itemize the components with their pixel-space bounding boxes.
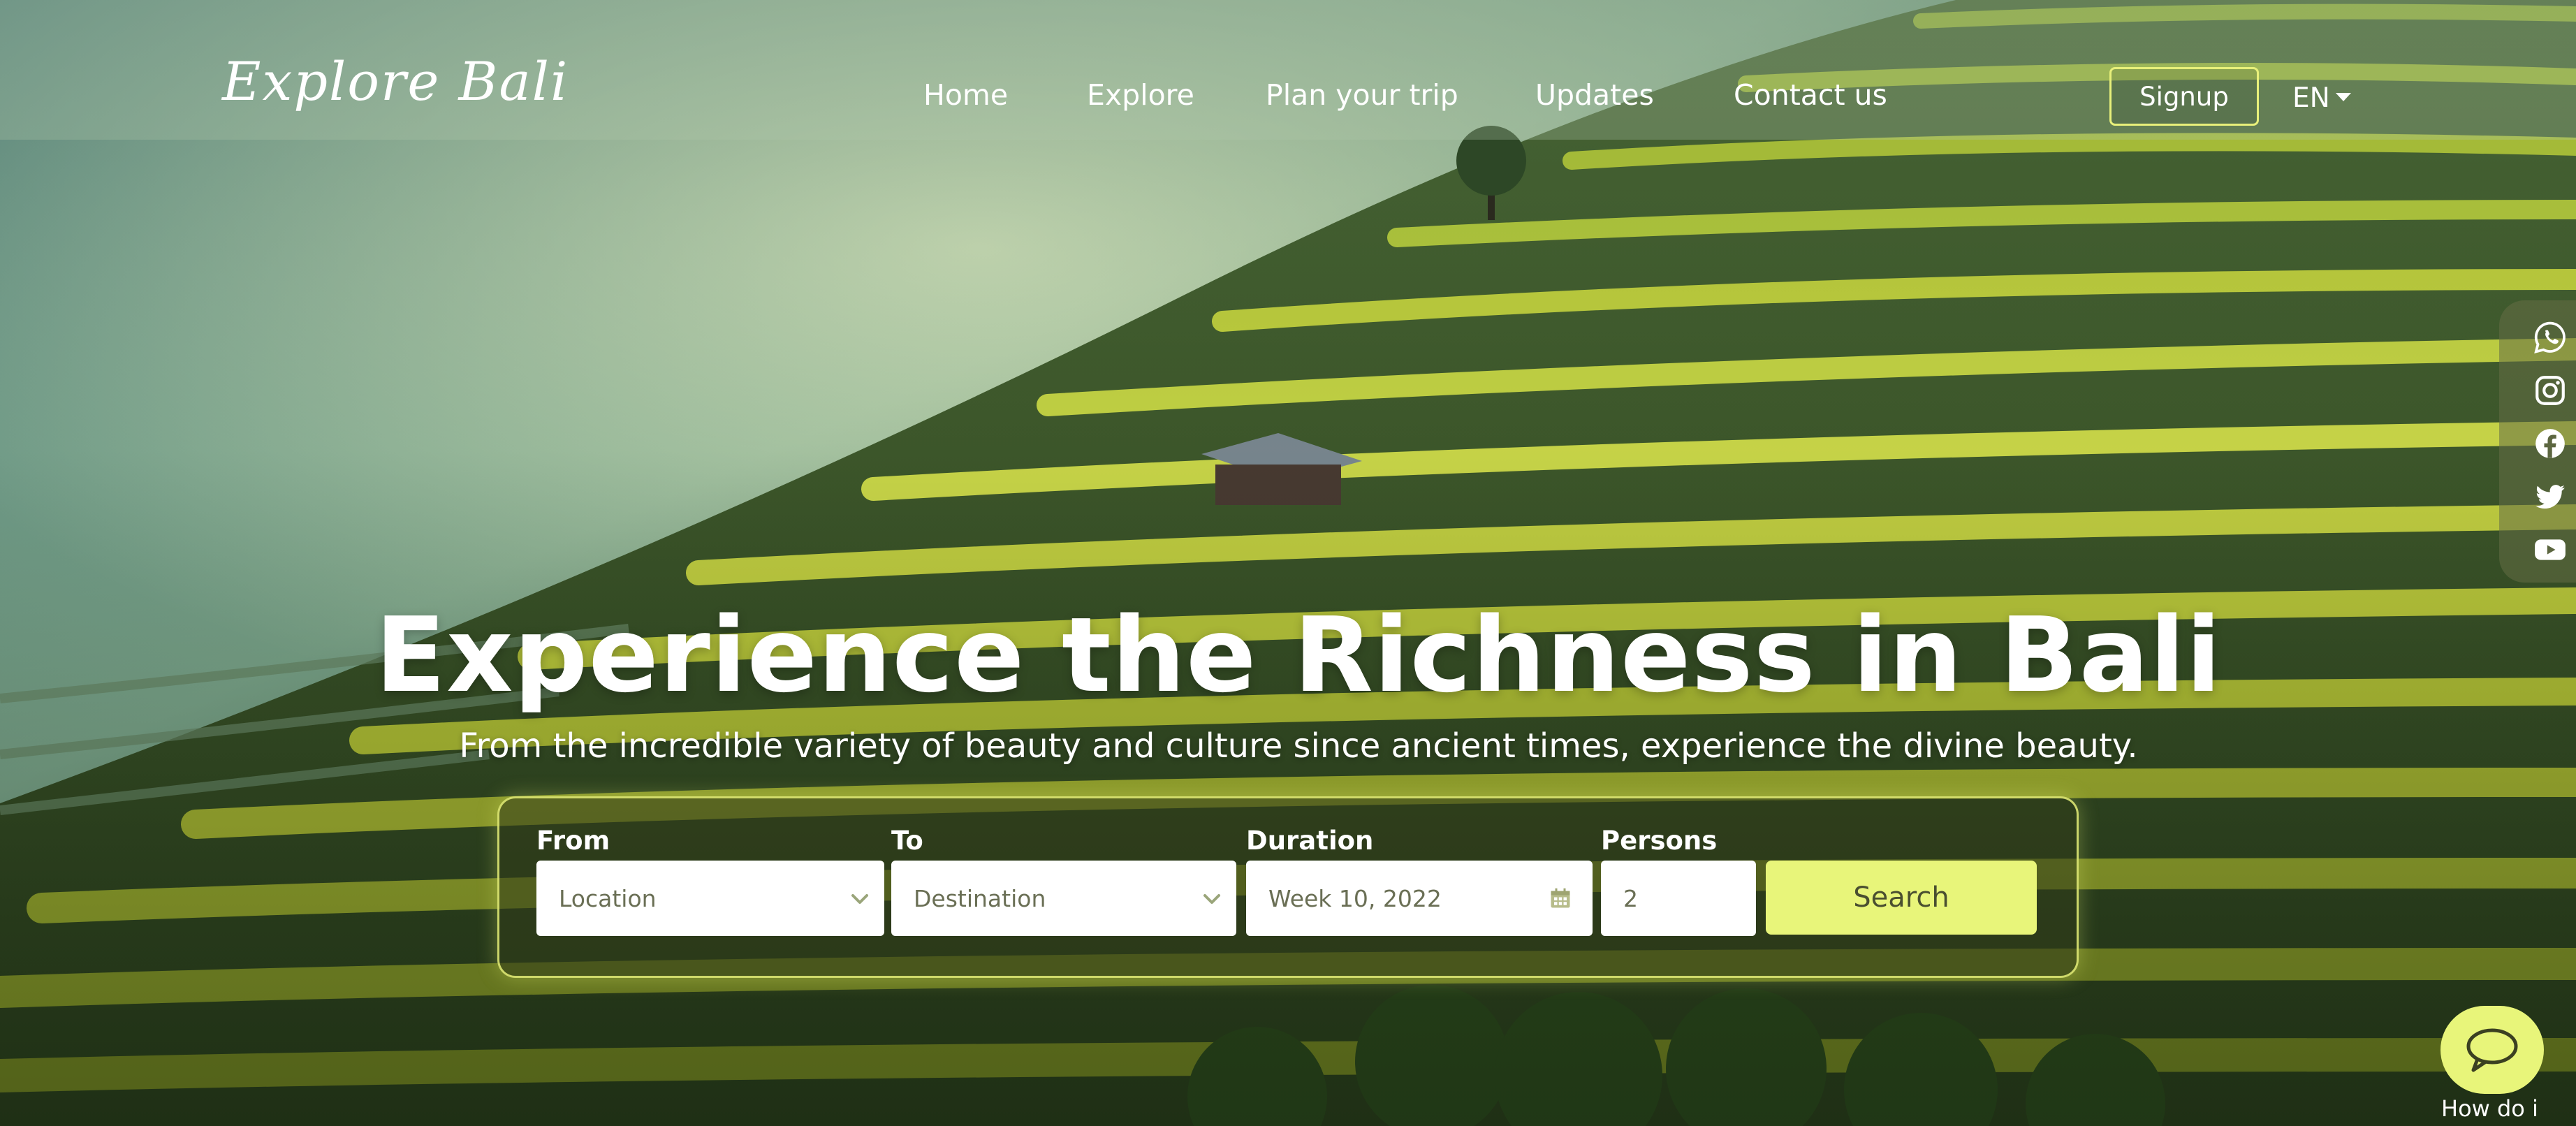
youtube-icon[interactable] — [2533, 532, 2568, 567]
duration-value: Week 10, 2022 — [1268, 884, 1442, 912]
chat-widget-button[interactable] — [2440, 1006, 2544, 1094]
search-button[interactable]: Search — [1766, 861, 2037, 935]
chevron-down-icon — [851, 894, 868, 904]
caret-down-icon — [2335, 92, 2351, 101]
persons-input[interactable]: 2 — [1601, 861, 1756, 936]
from-location-select[interactable]: Location — [536, 861, 884, 936]
signup-button[interactable]: Signup — [2109, 67, 2259, 126]
nav-link-contact-us[interactable]: Contact us — [1734, 78, 1887, 112]
to-destination-value: Destination — [914, 884, 1046, 912]
calendar-icon[interactable] — [1548, 886, 1573, 911]
chat-widget-label: How do i — [2441, 1095, 2538, 1122]
chevron-down-icon — [1203, 894, 1220, 904]
from-location-value: Location — [559, 884, 657, 912]
nav-link-explore[interactable]: Explore — [1087, 78, 1194, 112]
language-selector[interactable]: EN — [2292, 82, 2351, 114]
language-label: EN — [2292, 82, 2330, 114]
social-links-rail — [2499, 300, 2576, 583]
whatsapp-icon[interactable] — [2533, 320, 2568, 355]
site-logo[interactable]: Explore Bali — [222, 50, 569, 112]
persons-value: 2 — [1623, 884, 1638, 912]
from-label: From — [536, 826, 610, 856]
nav-link-home[interactable]: Home — [923, 78, 1008, 112]
nav-link-updates[interactable]: Updates — [1535, 78, 1654, 112]
chat-bubble-icon — [2466, 1028, 2518, 1072]
twitter-icon[interactable] — [2533, 479, 2568, 514]
duration-label: Duration — [1246, 826, 1374, 856]
instagram-icon[interactable] — [2533, 373, 2568, 408]
to-destination-select[interactable]: Destination — [891, 861, 1236, 936]
to-label: To — [891, 826, 923, 856]
nav-link-plan-your-trip[interactable]: Plan your trip — [1266, 78, 1458, 112]
duration-week-picker[interactable]: Week 10, 2022 — [1246, 861, 1593, 936]
hero-title: Experience the Richness in Bali — [375, 595, 2222, 715]
facebook-icon[interactable] — [2533, 426, 2568, 461]
persons-label: Persons — [1601, 826, 1718, 856]
top-navbar: Explore Bali Home Explore Plan your trip… — [0, 0, 2576, 140]
hero-subtitle: From the incredible variety of beauty an… — [459, 726, 2138, 766]
